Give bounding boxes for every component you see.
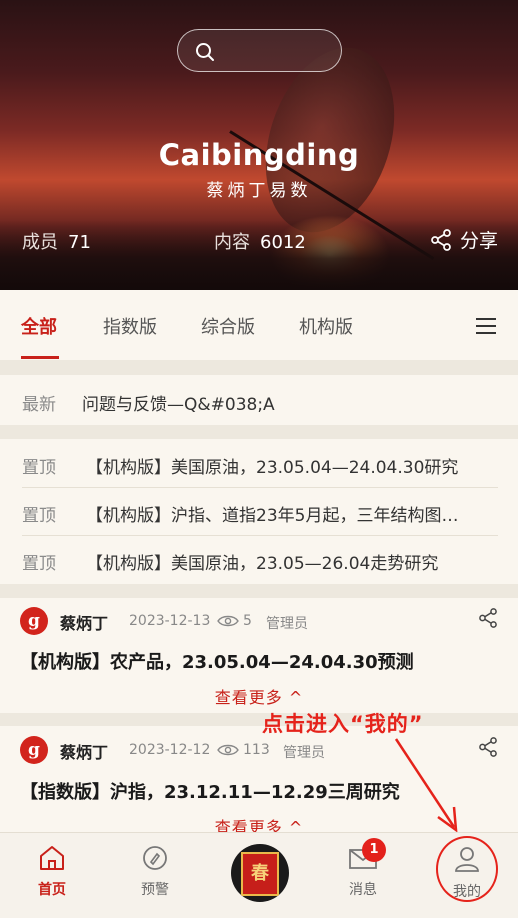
post-role: 管理员: [266, 616, 308, 632]
avatar[interactable]: g: [20, 736, 48, 764]
search-input[interactable]: [177, 29, 342, 72]
share-label: 分享: [459, 230, 498, 252]
pinned-label: 置顶: [22, 458, 56, 478]
post-role: 管理员: [283, 745, 325, 761]
view-more-button[interactable]: 查看更多 ^: [0, 684, 518, 708]
avatar[interactable]: g: [20, 607, 48, 635]
nav-alert-label: 预警: [141, 882, 169, 898]
content-value: 6012: [260, 232, 306, 253]
eye-icon: [217, 744, 239, 756]
brand-logo: Caibingding 蔡炳丁易数: [0, 138, 518, 201]
post-author[interactable]: 蔡炳丁: [60, 610, 108, 634]
hero-banner: Caibingding 蔡炳丁易数 成员 71 内容 6012 分享: [0, 0, 518, 290]
pinned-list: 置顶 【机构版】美国原油，23.05.04—24.04.30研究 置顶 【机构版…: [0, 439, 518, 584]
pinned-item[interactable]: 置顶 【机构版】沪指、道指23年5月起，三年结构图…: [0, 487, 518, 535]
members-stat: 成员 71: [22, 228, 91, 254]
content-stat: 内容 6012: [214, 228, 306, 254]
share-button[interactable]: 分享: [430, 226, 498, 253]
center-feature-char: 春: [241, 852, 279, 896]
pinned-title[interactable]: 【机构版】沪指、道指23年5月起，三年结构图…: [86, 501, 496, 526]
latest-text[interactable]: 问题与反馈—Q&#038;A: [82, 390, 275, 415]
tab-institution[interactable]: 机构版: [299, 313, 353, 339]
eye-icon: [217, 615, 239, 627]
divider: [0, 584, 518, 598]
members-value: 71: [68, 232, 91, 253]
tab-composite[interactable]: 综合版: [201, 313, 255, 339]
pinned-title[interactable]: 【机构版】美国原油，23.05—26.04走势研究: [86, 549, 496, 574]
share-icon[interactable]: [478, 737, 498, 757]
nav-home-label: 首页: [38, 882, 66, 898]
hero-stats: 成员 71 内容 6012 分享: [22, 228, 498, 254]
annotation-highlight-circle: [436, 836, 498, 902]
share-icon[interactable]: [478, 608, 498, 628]
category-tabs: 全部 指数版 综合版 机构版: [0, 290, 518, 360]
center-feature-button[interactable]: 春: [231, 844, 289, 902]
active-tab-underline: [21, 356, 59, 359]
nav-alert[interactable]: 预警: [125, 845, 185, 899]
brand-name-cn: 蔡炳丁易数: [206, 181, 312, 201]
tab-index[interactable]: 指数版: [103, 313, 157, 339]
nav-messages-label: 消息: [349, 882, 377, 898]
post-views: 113: [243, 742, 270, 758]
messages-badge: 1: [362, 838, 386, 862]
nav-home[interactable]: 首页: [22, 845, 82, 899]
annotation-arrow: [394, 738, 458, 833]
divider: [0, 360, 518, 375]
latest-row[interactable]: 最新 问题与反馈—Q&#038;A: [0, 375, 518, 425]
post-title[interactable]: 【指数版】沪指，23.12.11—12.29三周研究: [20, 778, 400, 804]
members-label: 成员: [22, 232, 58, 253]
brand-name-en: Caibingding: [158, 138, 360, 172]
post-card[interactable]: g 蔡炳丁 2023-12-13 5 管理员 【机构版】农产品，23.05.04…: [0, 598, 518, 713]
tab-all[interactable]: 全部: [21, 313, 57, 339]
pinned-label: 置顶: [22, 554, 56, 574]
share-icon: [431, 228, 451, 251]
divider: [0, 713, 518, 726]
post-date: 2023-12-13: [129, 613, 211, 629]
pinned-label: 置顶: [22, 506, 56, 526]
pinned-title[interactable]: 【机构版】美国原油，23.05.04—24.04.30研究: [86, 453, 496, 478]
post-author[interactable]: 蔡炳丁: [60, 739, 108, 763]
compass-icon: [143, 846, 167, 870]
content-label: 内容: [214, 232, 250, 253]
post-date: 2023-12-12: [129, 742, 211, 758]
home-icon: [40, 846, 64, 870]
divider: [0, 425, 518, 439]
pinned-item[interactable]: 置顶 【机构版】美国原油，23.05.04—24.04.30研究: [0, 439, 518, 487]
search-icon: [196, 43, 214, 61]
pinned-item[interactable]: 置顶 【机构版】美国原油，23.05—26.04走势研究: [0, 535, 518, 583]
post-title[interactable]: 【机构版】农产品，23.05.04—24.04.30预测: [20, 648, 414, 674]
post-views: 5: [243, 613, 252, 629]
annotation-text: 点击进入“我的”: [262, 712, 424, 736]
latest-label: 最新: [22, 395, 56, 415]
menu-icon[interactable]: [475, 317, 497, 335]
